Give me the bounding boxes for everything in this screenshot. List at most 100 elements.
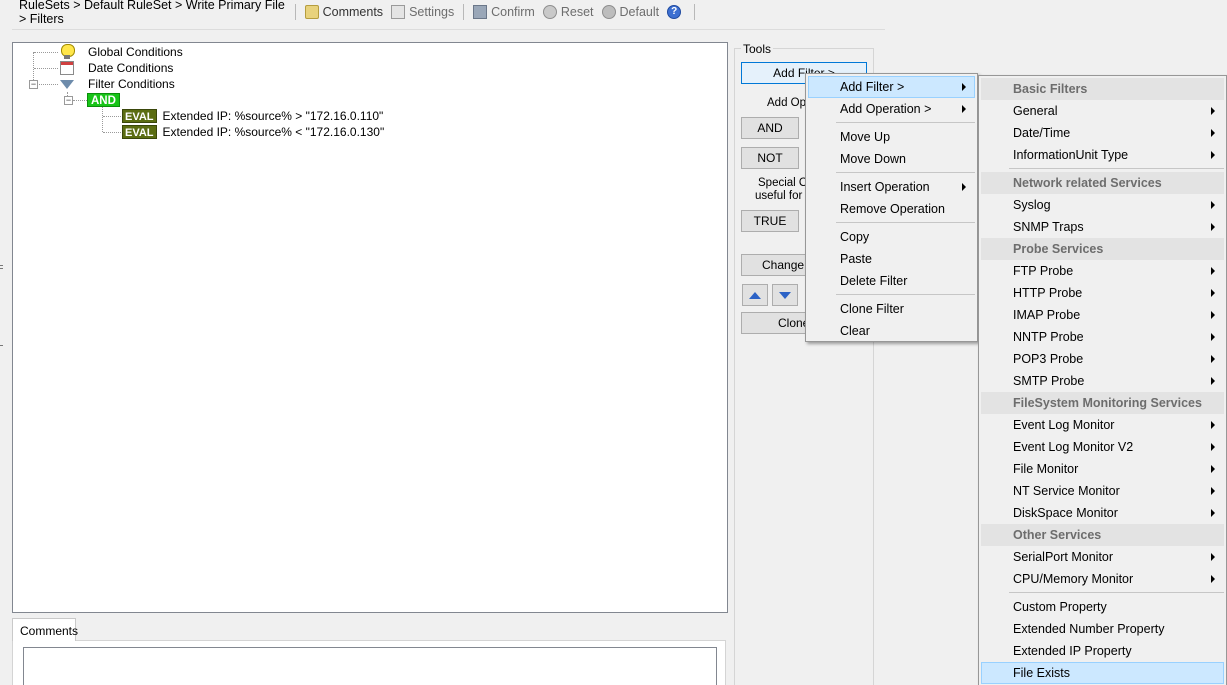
menu-item-custom-property[interactable]: Custom Property (981, 596, 1224, 618)
tab-comments[interactable]: Comments (12, 618, 79, 641)
menu-item-general[interactable]: General (981, 100, 1224, 122)
menu-item-label: InformationUnit Type (1013, 148, 1129, 162)
menu-item-diskspace-monitor[interactable]: DiskSpace Monitor (981, 502, 1224, 524)
toolbar-separator (694, 4, 695, 20)
menu-item-copy[interactable]: Copy (808, 226, 975, 248)
menu-item-label: FTP Probe (1013, 264, 1074, 278)
tree-connector (39, 84, 58, 85)
tree-connector (102, 107, 103, 132)
menu-item-pop3-probe[interactable]: POP3 Probe (981, 348, 1224, 370)
tree-node-label: Global Conditions (88, 45, 183, 59)
menu-item-date-time[interactable]: Date/Time (981, 122, 1224, 144)
menu-item-serialport-monitor[interactable]: SerialPort Monitor (981, 546, 1224, 568)
filter-conditions-expander[interactable]: − (29, 80, 38, 89)
menu-item-event-log-monitor[interactable]: Event Log Monitor (981, 414, 1224, 436)
eval-badge: EVAL (122, 109, 157, 123)
move-down-button[interactable] (772, 284, 798, 306)
menu-item-clone-filter[interactable]: Clone Filter (808, 298, 975, 320)
submenu-arrow-icon (1211, 421, 1215, 429)
menu-item-cpu-memory-monitor[interactable]: CPU/Memory Monitor (981, 568, 1224, 590)
splitter-tick (0, 345, 3, 346)
menu-separator (836, 222, 975, 223)
reset-button[interactable]: Reset (539, 5, 598, 19)
menu-separator (1009, 168, 1224, 169)
submenu-arrow-icon (1211, 289, 1215, 297)
tree-node-eval-1[interactable]: EVAL Extended IP: %source% > "172.16.0.1… (122, 108, 383, 124)
tree-node-filter-conditions[interactable]: Filter Conditions (60, 76, 175, 92)
and-button[interactable]: AND (741, 117, 799, 139)
tree-connector (34, 68, 58, 69)
menu-item-clear[interactable]: Clear (808, 320, 975, 342)
and-expander[interactable]: − (64, 96, 73, 105)
special-operations-label-2: useful for c (755, 190, 812, 202)
menu-item-label: POP3 Probe (1013, 352, 1084, 366)
comments-button[interactable]: Comments (301, 5, 387, 19)
menu-item-remove-operation[interactable]: Remove Operation (808, 198, 975, 220)
filter-tree-panel[interactable]: − − Global Conditions Date Conditions Fi… (12, 42, 728, 613)
menu-item-label: NNTP Probe (1013, 330, 1084, 344)
true-button[interactable]: TRUE (741, 210, 799, 232)
menu-item-ftp-probe[interactable]: FTP Probe (981, 260, 1224, 282)
breadcrumb[interactable]: RuleSets > Default RuleSet > Write Prima… (19, 0, 290, 26)
submenu-arrow-icon (1211, 487, 1215, 495)
menu-header-basic-filters: Basic Filters (981, 78, 1224, 100)
menu-item-paste[interactable]: Paste (808, 248, 975, 270)
menu-item-extended-number-property[interactable]: Extended Number Property (981, 618, 1224, 640)
reset-button-label: Reset (560, 5, 594, 19)
menu-item-imap-probe[interactable]: IMAP Probe (981, 304, 1224, 326)
menu-item-label: CPU/Memory Monitor (1013, 572, 1134, 586)
default-button-label: Default (619, 5, 660, 19)
tree-node-eval-2[interactable]: EVAL Extended IP: %source% < "172.16.0.1… (122, 124, 384, 140)
menu-item-file-monitor[interactable]: File Monitor (981, 458, 1224, 480)
tree-connector (103, 132, 121, 133)
tree-node-date-conditions[interactable]: Date Conditions (60, 60, 173, 76)
menu-item-extended-ip-property[interactable]: Extended IP Property (981, 640, 1224, 662)
submenu-arrow-icon (1211, 333, 1215, 341)
menu-item-event-log-monitor-v2[interactable]: Event Log Monitor V2 (981, 436, 1224, 458)
menu-item-informationunit-type[interactable]: InformationUnit Type (981, 144, 1224, 166)
submenu-arrow-icon (1211, 267, 1215, 275)
menu-item-label: SMTP Probe (1013, 374, 1085, 388)
menu-item-add-operation[interactable]: Add Operation > (808, 98, 975, 120)
menu-item-insert-operation[interactable]: Insert Operation (808, 176, 975, 198)
menu-item-snmp-traps[interactable]: SNMP Traps (981, 216, 1224, 238)
menu-item-label: General (1013, 104, 1058, 118)
menu-item-add-filter[interactable]: Add Filter > (808, 76, 975, 98)
reset-icon (542, 5, 557, 19)
tree-node-global-conditions[interactable]: Global Conditions (60, 44, 183, 60)
submenu-arrow-icon (1211, 151, 1215, 159)
eval-expression: Extended IP: %source% < "172.16.0.130" (162, 125, 385, 139)
eval-badge: EVAL (122, 125, 157, 139)
move-up-button[interactable] (742, 284, 768, 306)
menu-item-delete-filter[interactable]: Delete Filter (808, 270, 975, 292)
tab-comments-label: Comments (20, 624, 79, 638)
default-button[interactable]: Default (598, 5, 664, 19)
help-button[interactable]: ? (663, 5, 689, 19)
menu-item-smtp-probe[interactable]: SMTP Probe (981, 370, 1224, 392)
toolbar-separator (463, 4, 465, 20)
splitter-tick (0, 265, 3, 266)
menu-item-label: SerialPort Monitor (1013, 550, 1114, 564)
tree-connector (34, 52, 58, 53)
menu-item-label: Insert Operation (840, 180, 930, 194)
menu-item-move-down[interactable]: Move Down (808, 148, 975, 170)
submenu-arrow-icon (1211, 223, 1215, 231)
menu-item-http-probe[interactable]: HTTP Probe (981, 282, 1224, 304)
not-button[interactable]: NOT (741, 147, 799, 169)
menu-item-syslog[interactable]: Syslog (981, 194, 1224, 216)
calendar-icon (60, 61, 74, 75)
menu-item-nntp-probe[interactable]: NNTP Probe (981, 326, 1224, 348)
settings-button[interactable]: Settings (387, 5, 458, 19)
menu-header-other-services: Other Services (981, 524, 1224, 546)
menu-item-file-exists[interactable]: File Exists (981, 662, 1224, 684)
submenu-arrow-icon (1211, 311, 1215, 319)
confirm-button[interactable]: Confirm (469, 5, 539, 19)
menu-separator (1009, 592, 1224, 593)
special-operations-label: Special O (758, 177, 808, 189)
menu-item-nt-service-monitor[interactable]: NT Service Monitor (981, 480, 1224, 502)
tree-node-and[interactable]: AND (87, 92, 120, 108)
funnel-icon (60, 79, 74, 89)
menu-item-move-up[interactable]: Move Up (808, 126, 975, 148)
comments-textarea[interactable] (23, 647, 717, 685)
settings-icon (391, 5, 406, 19)
